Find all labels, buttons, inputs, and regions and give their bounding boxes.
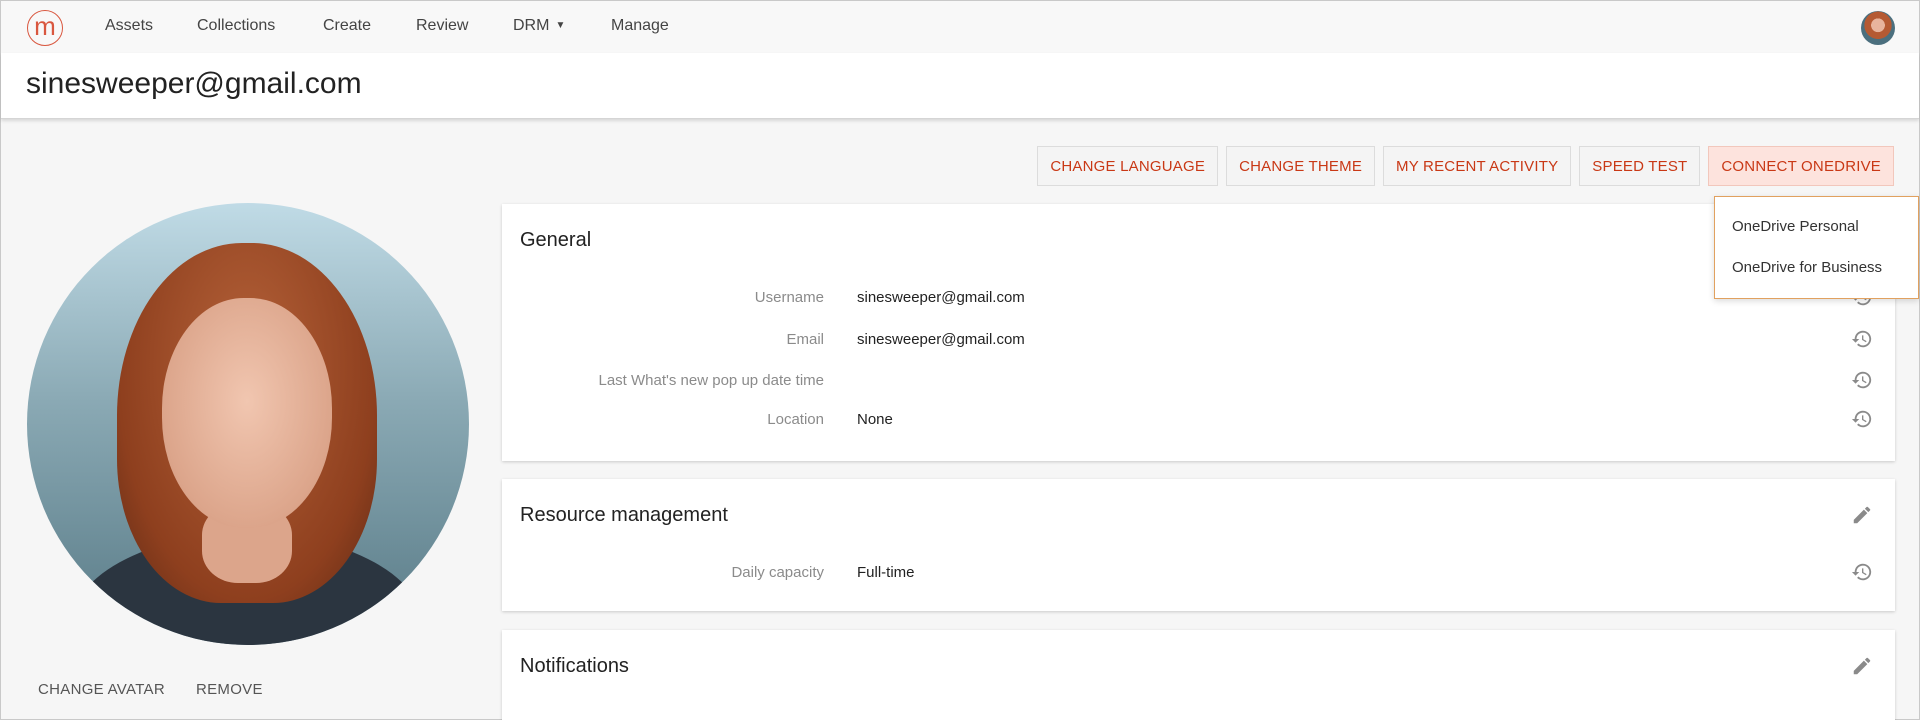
page-title: sinesweeper@gmail.com <box>26 67 362 100</box>
onedrive-business-option[interactable]: OneDrive for Business <box>1732 259 1882 276</box>
nav-assets[interactable]: Assets <box>105 17 153 35</box>
email-value: sinesweeper@gmail.com <box>857 331 1025 348</box>
pencil-icon[interactable] <box>1851 655 1873 677</box>
speed-test-button[interactable]: SPEED TEST <box>1579 146 1701 186</box>
resource-card-title: Resource management <box>520 504 728 526</box>
profile-avatar-image <box>27 203 469 645</box>
my-recent-activity-button[interactable]: MY RECENT ACTIVITY <box>1383 146 1572 186</box>
resource-management-card: Resource management Daily capacity Full-… <box>502 479 1895 611</box>
history-icon[interactable] <box>1851 369 1873 391</box>
page-header: sinesweeper@gmail.com <box>1 53 1919 119</box>
nav-review[interactable]: Review <box>416 17 468 35</box>
caret-down-icon: ▼ <box>555 20 566 32</box>
email-label: Email <box>786 331 824 348</box>
username-label: Username <box>754 289 824 306</box>
change-language-button[interactable]: CHANGE LANGUAGE <box>1037 146 1219 186</box>
daily-capacity-label: Daily capacity <box>731 564 824 581</box>
change-avatar-link[interactable]: CHANGE AVATAR <box>38 681 165 698</box>
user-avatar-menu[interactable] <box>1861 11 1895 45</box>
pencil-icon[interactable] <box>1851 504 1873 526</box>
username-value: sinesweeper@gmail.com <box>857 289 1025 306</box>
notifications-card-title: Notifications <box>520 655 629 677</box>
history-icon[interactable] <box>1851 408 1873 430</box>
onedrive-personal-option[interactable]: OneDrive Personal <box>1732 218 1859 235</box>
location-label: Location <box>767 411 824 428</box>
profile-actions: CHANGE LANGUAGE CHANGE THEME MY RECENT A… <box>1037 146 1894 186</box>
nav-drm[interactable]: DRM ▼ <box>513 17 565 35</box>
location-value: None <box>857 411 893 428</box>
avatar-actions: CHANGE AVATAR REMOVE <box>38 681 263 698</box>
nav-create[interactable]: Create <box>323 17 371 35</box>
top-navbar: m Assets Collections Create Review DRM ▼ … <box>1 1 1919 53</box>
onedrive-dropdown-menu: OneDrive Personal OneDrive for Business <box>1714 196 1919 299</box>
general-card: General Username sinesweeper@gmail.com E… <box>502 204 1895 461</box>
nav-collections[interactable]: Collections <box>197 17 275 35</box>
connect-onedrive-button[interactable]: CONNECT ONEDRIVE <box>1708 146 1894 186</box>
history-icon[interactable] <box>1851 328 1873 350</box>
daily-capacity-value: Full-time <box>857 564 915 581</box>
avatar-face-shape <box>162 298 332 528</box>
change-theme-button[interactable]: CHANGE THEME <box>1226 146 1376 186</box>
app-logo[interactable]: m <box>27 10 63 46</box>
nav-manage[interactable]: Manage <box>611 17 669 35</box>
last-whats-new-label: Last What's new pop up date time <box>598 372 825 389</box>
history-icon[interactable] <box>1851 561 1873 583</box>
notifications-card: Notifications <box>502 630 1895 720</box>
general-card-title: General <box>520 229 592 251</box>
remove-avatar-link[interactable]: REMOVE <box>196 681 263 698</box>
nav-drm-label: DRM <box>513 17 550 34</box>
